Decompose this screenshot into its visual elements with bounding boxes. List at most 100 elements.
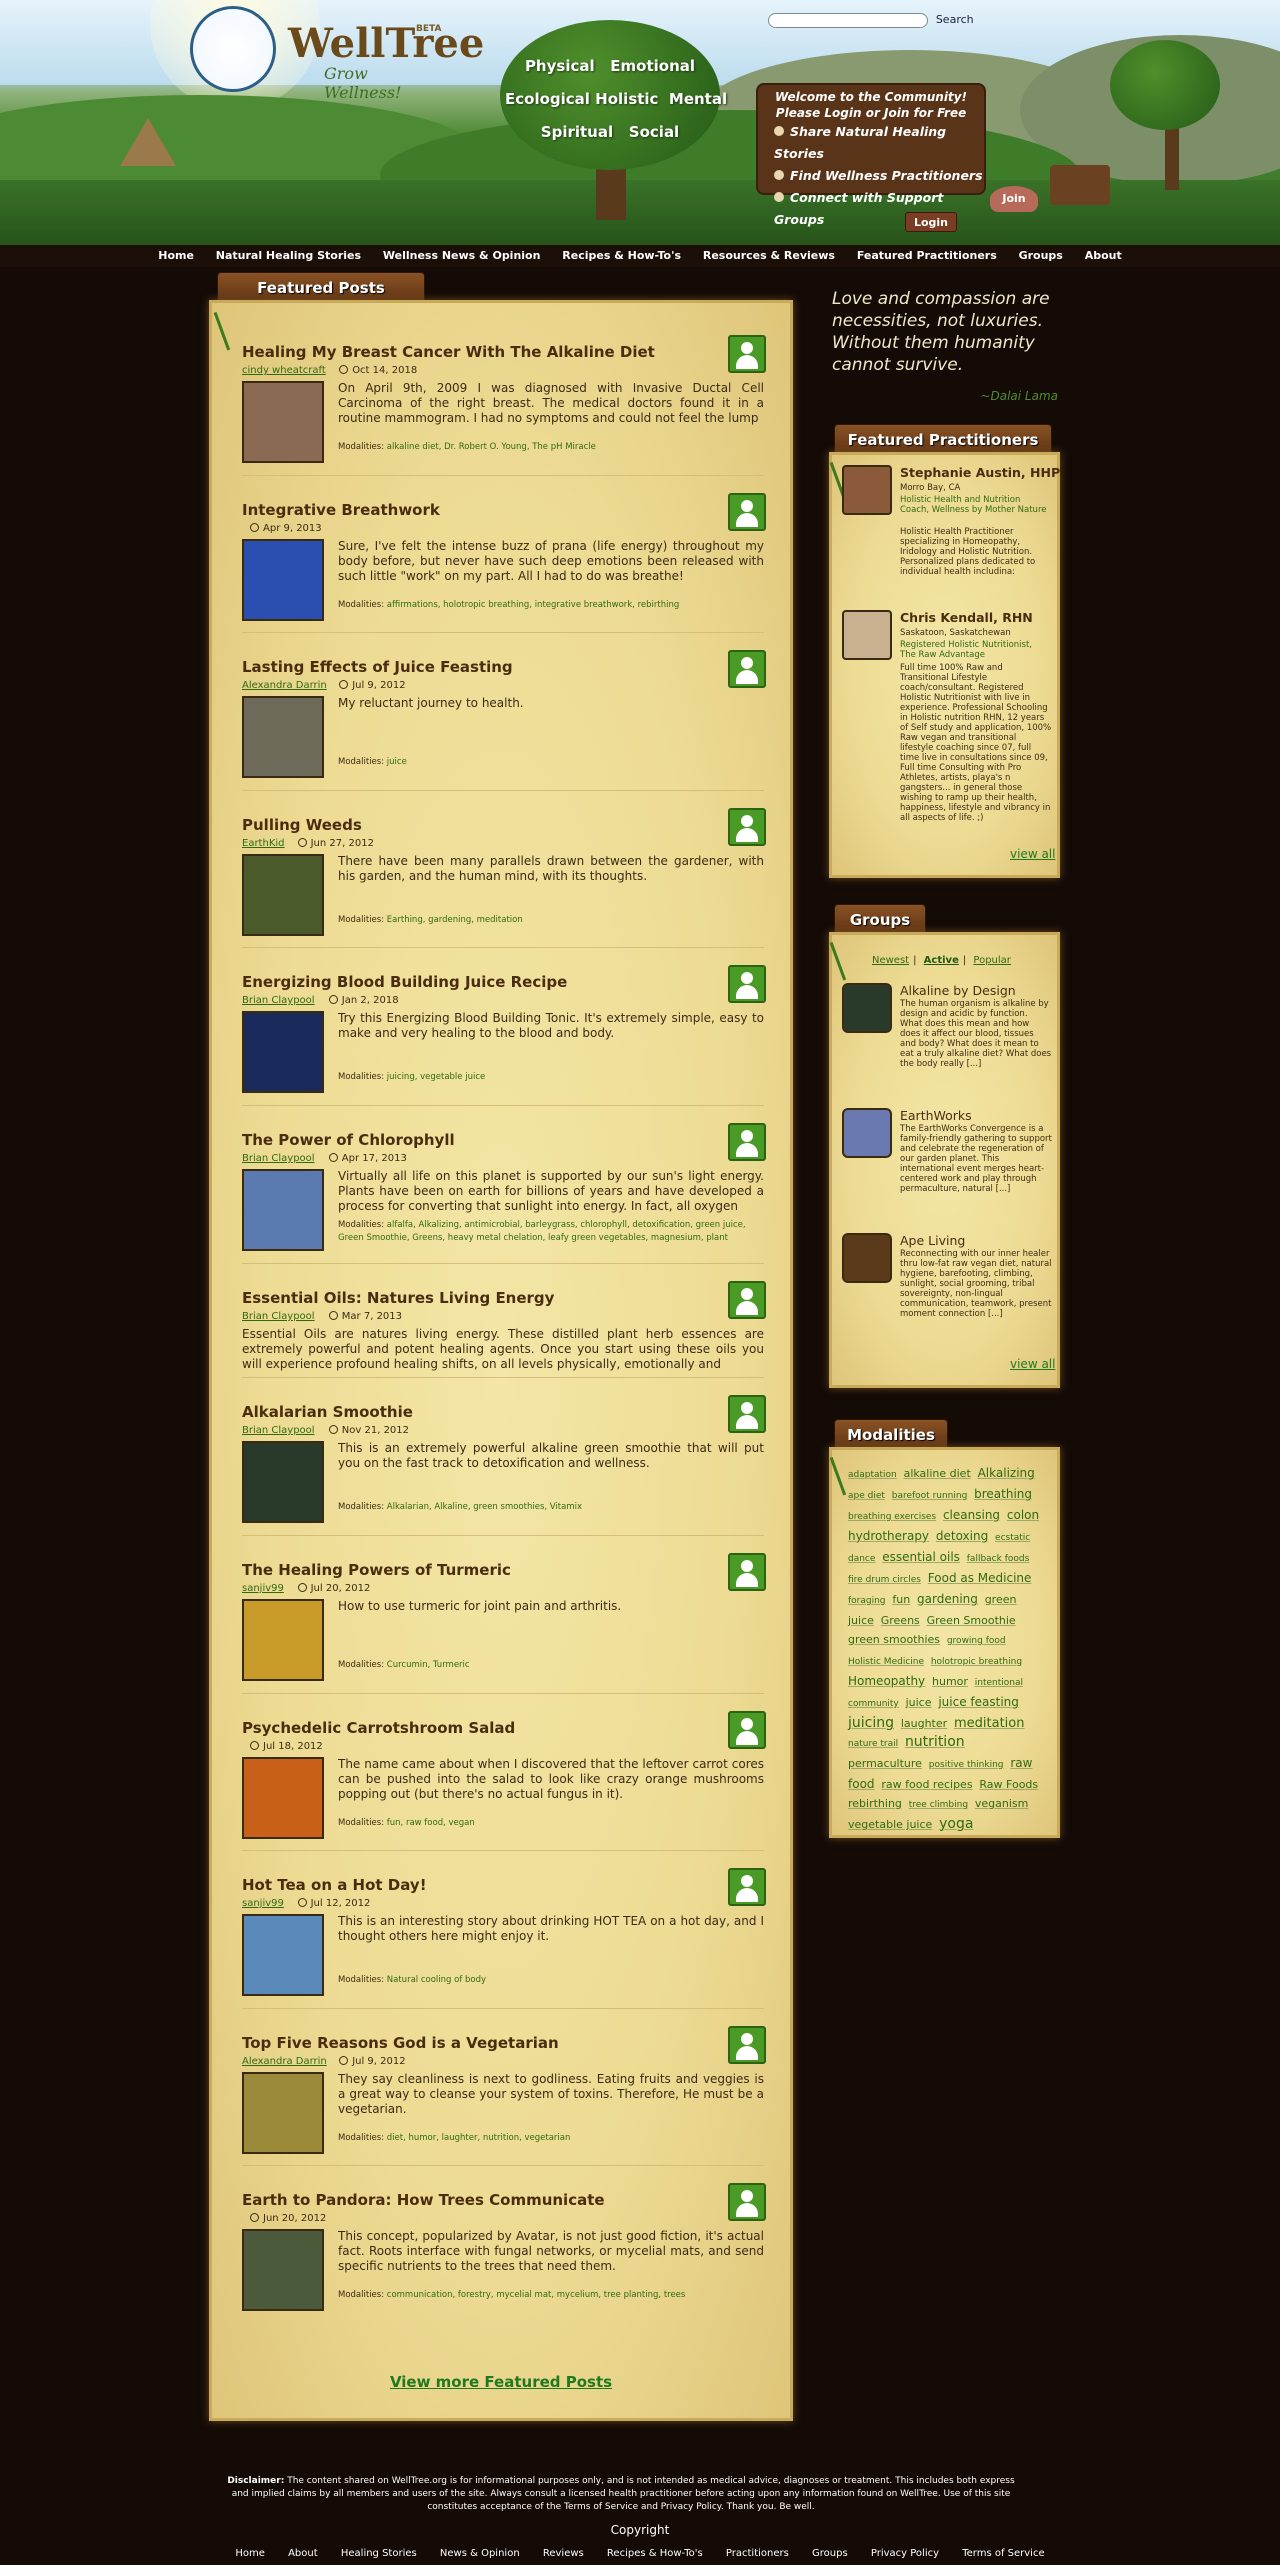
author-avatar-icon[interactable] [728, 1281, 766, 1319]
post-author[interactable]: sanjiv99 [242, 1583, 284, 1594]
post-title[interactable]: Healing My Breast Cancer With The Alkali… [242, 343, 682, 361]
footer-link-privacy[interactable]: Privacy Policy [871, 2548, 939, 2559]
modality-tag[interactable]: essential oils [882, 1550, 960, 1564]
modality-tag[interactable]: juicing [848, 1715, 894, 1731]
search-button[interactable]: Search [936, 13, 974, 26]
post-thumbnail[interactable] [242, 1011, 324, 1093]
author-avatar-icon[interactable] [728, 1868, 766, 1906]
modality-tag[interactable]: Holistic Medicine [848, 1657, 924, 1667]
modality-tag[interactable]: fire drum circles [848, 1575, 921, 1585]
join-button[interactable]: Join [990, 186, 1038, 212]
welcome-link-share[interactable]: Share Natural Healing Stories [758, 121, 984, 165]
post-author[interactable]: Alexandra Darrin [242, 2056, 327, 2067]
post-thumbnail[interactable] [242, 2072, 324, 2154]
post-title[interactable]: Essential Oils: Natures Living Energy [242, 1289, 682, 1307]
modality-tags[interactable]: fun, raw food, vegan [387, 1818, 475, 1828]
modality-tag[interactable]: permaculture [848, 1757, 922, 1770]
search-input[interactable] [768, 13, 928, 28]
practitioner-photo[interactable] [842, 465, 892, 515]
footer-link-terms[interactable]: Terms of Service [962, 2548, 1044, 2559]
nav-home[interactable]: Home [149, 245, 203, 267]
post-title[interactable]: Psychedelic Carrotshroom Salad [242, 1719, 682, 1737]
author-avatar-icon[interactable] [728, 2183, 766, 2221]
modality-tag[interactable]: cleansing [943, 1508, 1000, 1522]
practitioner-business[interactable]: Registered Holistic Nutritionist, The Ra… [900, 640, 1050, 660]
practitioner-business[interactable]: Holistic Health and Nutrition Coach, Wel… [900, 495, 1050, 515]
modality-tag[interactable]: ape diet [848, 1491, 885, 1501]
post-thumbnail[interactable] [242, 2229, 324, 2311]
author-avatar-icon[interactable] [728, 335, 766, 373]
modality-tag[interactable]: breathing exercises [848, 1512, 936, 1522]
view-more-link[interactable]: View more Featured Posts [212, 2373, 790, 2391]
author-avatar-icon[interactable] [728, 808, 766, 846]
post-thumbnail[interactable] [242, 381, 324, 463]
modality-tags[interactable]: alkaline diet, Dr. Robert O. Young, The … [387, 442, 596, 452]
author-avatar-icon[interactable] [728, 965, 766, 1003]
footer-link-reviews[interactable]: Reviews [543, 2548, 584, 2559]
practitioner-name[interactable]: Chris Kendall, RHN [900, 610, 1033, 625]
post-author[interactable]: Brian Claypool [242, 1153, 315, 1164]
practitioner-name[interactable]: Stephanie Austin, HHP [900, 465, 1060, 480]
modality-tag[interactable]: green smoothies [848, 1633, 940, 1646]
modality-tag[interactable]: barefoot running [892, 1491, 968, 1501]
modality-tag[interactable]: vegetable juice [848, 1818, 932, 1831]
modality-tags[interactable]: Alkalarian, Alkaline, green smoothies, V… [387, 1502, 582, 1512]
nav-resources[interactable]: Resources & Reviews [694, 245, 844, 267]
welcome-link-find[interactable]: Find Wellness Practitioners [758, 165, 984, 187]
modality-tag[interactable]: Alkalizing [978, 1466, 1035, 1480]
footer-link-about[interactable]: About [288, 2548, 318, 2559]
modality-tag[interactable]: growing food [947, 1636, 1006, 1646]
modality-tags[interactable]: Curcumin, Turmeric [387, 1660, 470, 1670]
post-title[interactable]: Earth to Pandora: How Trees Communicate [242, 2191, 682, 2209]
modality-tag[interactable]: Raw Foods [979, 1778, 1038, 1791]
modality-tag[interactable]: nature trail [848, 1739, 898, 1749]
author-avatar-icon[interactable] [728, 1711, 766, 1749]
modality-tags[interactable]: juicing, vegetable juice [387, 1072, 485, 1082]
modality-tags[interactable]: affirmations, holotropic breathing, inte… [387, 600, 679, 610]
modality-tag[interactable]: Food as Medicine [928, 1571, 1032, 1585]
author-avatar-icon[interactable] [728, 650, 766, 688]
author-avatar-icon[interactable] [728, 1553, 766, 1591]
modality-tag[interactable]: rebirthing [848, 1797, 902, 1810]
post-thumbnail[interactable] [242, 1914, 324, 1996]
practitioner-photo[interactable] [842, 610, 892, 660]
nav-about[interactable]: About [1076, 245, 1131, 267]
post-author[interactable]: sanjiv99 [242, 1898, 284, 1909]
post-title[interactable]: Lasting Effects of Juice Feasting [242, 658, 682, 676]
modality-tag[interactable]: foraging [848, 1596, 886, 1606]
post-title[interactable]: Top Five Reasons God is a Vegetarian [242, 2034, 682, 2052]
modality-tag[interactable]: nutrition [905, 1734, 965, 1750]
modality-tags[interactable]: diet, humor, laughter, nutrition, vegeta… [387, 2133, 571, 2143]
modality-tag[interactable]: Homeopathy [848, 1674, 925, 1688]
post-title[interactable]: Integrative Breathwork [242, 501, 682, 519]
author-avatar-icon[interactable] [728, 1395, 766, 1433]
nav-healing-stories[interactable]: Natural Healing Stories [207, 245, 370, 267]
post-title[interactable]: Energizing Blood Building Juice Recipe [242, 973, 682, 991]
modality-tag[interactable]: Greens [881, 1614, 920, 1627]
modality-tags[interactable]: Natural cooling of body [387, 1975, 486, 1985]
nav-practitioners[interactable]: Featured Practitioners [848, 245, 1006, 267]
modality-tag[interactable]: yoga [939, 1816, 973, 1832]
modality-tag[interactable]: holotropic breathing [931, 1657, 1022, 1667]
modality-tag[interactable]: tree climbing [909, 1800, 968, 1810]
modality-tag[interactable]: fallback foods [967, 1554, 1030, 1564]
modality-tag[interactable]: meditation [954, 1716, 1025, 1731]
modality-tag[interactable]: Green Smoothie [927, 1614, 1016, 1627]
footer-link-recipes[interactable]: Recipes & How-To's [607, 2548, 703, 2559]
modality-tags[interactable]: alfalfa, Alkalizing, antimicrobial, barl… [338, 1220, 746, 1243]
tab-newest[interactable]: Newest [872, 955, 909, 966]
nav-wellness-news[interactable]: Wellness News & Opinion [374, 245, 550, 267]
modality-tag[interactable]: detoxing [936, 1529, 988, 1543]
post-author[interactable]: Brian Claypool [242, 1311, 315, 1322]
modality-tag[interactable]: juice [906, 1696, 932, 1709]
post-author[interactable]: Brian Claypool [242, 995, 315, 1006]
post-author[interactable]: cindy wheatcraft [242, 365, 326, 376]
post-title[interactable]: Pulling Weeds [242, 816, 682, 834]
groups-view-all[interactable]: view all [1010, 1357, 1055, 1371]
author-avatar-icon[interactable] [728, 1123, 766, 1161]
post-title[interactable]: Hot Tea on a Hot Day! [242, 1876, 682, 1894]
nav-groups[interactable]: Groups [1010, 245, 1072, 267]
author-avatar-icon[interactable] [728, 493, 766, 531]
modality-tag[interactable]: fun [892, 1593, 910, 1606]
modality-tag[interactable]: alkaline diet [904, 1467, 971, 1480]
